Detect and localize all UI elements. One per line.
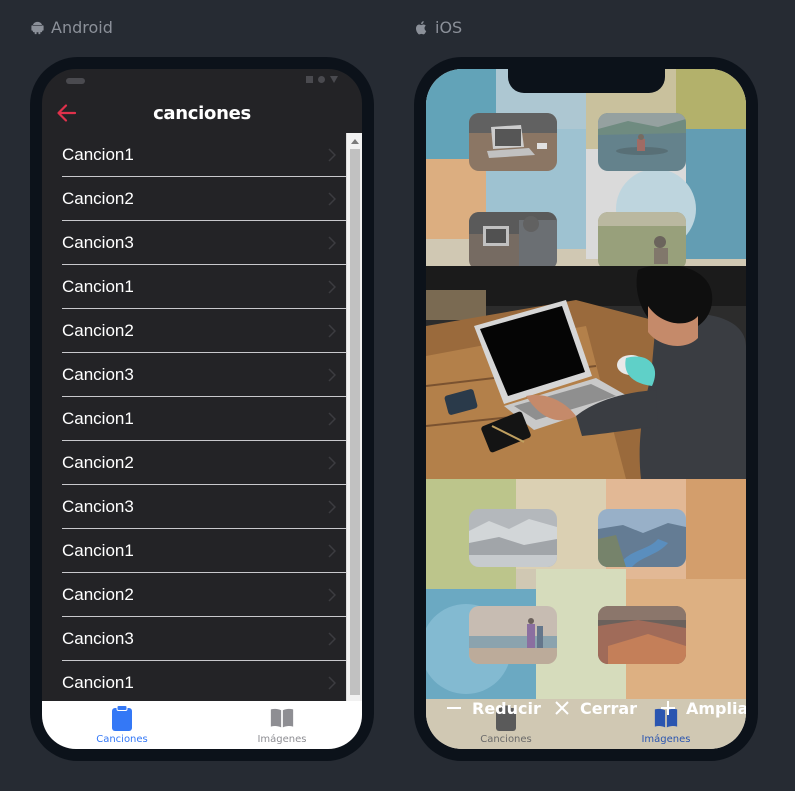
ios-phone-frame: Canciones Imágenes Reducir Cerrar Amplia…: [414, 57, 758, 761]
gallery-thumb-canyon[interactable]: [598, 606, 686, 664]
scrollbar-thumb[interactable]: [350, 149, 360, 695]
ios-label-text: iOS: [435, 18, 463, 37]
chevron-right-icon: [328, 236, 336, 250]
song-list-item[interactable]: Cancion3: [42, 221, 362, 265]
android-screen: canciones Cancion1 Cancion2 Cancion3 Cancio…: [42, 69, 362, 749]
page-title: canciones: [153, 102, 251, 124]
close-label: Cerrar: [580, 698, 638, 718]
chevron-right-icon: [328, 192, 336, 206]
song-list-item[interactable]: Cancion2: [42, 573, 362, 617]
song-title: Cancion3: [62, 497, 134, 516]
chevron-right-icon: [328, 456, 336, 470]
ios-tab-canciones-label: Canciones: [480, 734, 532, 745]
tab-imagenes[interactable]: Imágenes: [202, 701, 362, 749]
gallery-thumb-field[interactable]: [598, 212, 686, 270]
minus-icon: [447, 707, 461, 709]
song-list-item[interactable]: Cancion2: [42, 441, 362, 485]
enlarge-button[interactable]: Ampliar: [660, 699, 746, 718]
zoom-controls: Reducir Cerrar Ampliar: [426, 697, 746, 719]
android-platform-label: Android: [30, 18, 113, 37]
clipboard-icon: [112, 705, 132, 731]
song-title: Cancion1: [62, 409, 134, 428]
plus-icon: [661, 701, 675, 715]
chevron-right-icon: [328, 676, 336, 690]
song-title: Cancion3: [62, 365, 134, 384]
song-list-item[interactable]: Cancion1: [42, 265, 362, 309]
tab-imagenes-label: Imágenes: [257, 734, 307, 745]
enlarge-label: Ampliar: [686, 698, 746, 718]
song-title: Cancion2: [62, 321, 134, 340]
gallery-thumb-beach[interactable]: [469, 606, 557, 664]
ios-notch: [508, 69, 665, 93]
song-list-item[interactable]: Cancion2: [42, 177, 362, 221]
song-list-item[interactable]: Cancion3: [42, 617, 362, 661]
ios-screen: Canciones Imágenes Reducir Cerrar Amplia…: [426, 69, 746, 749]
gallery-thumb-lake[interactable]: [598, 113, 686, 171]
tab-canciones[interactable]: Canciones: [42, 701, 202, 749]
song-list-item[interactable]: Cancion1: [42, 397, 362, 441]
reduce-label: Reducir: [472, 698, 541, 718]
chevron-right-icon: [328, 588, 336, 602]
song-title: Cancion2: [62, 189, 134, 208]
close-icon: [555, 701, 569, 715]
song-title: Cancion1: [62, 541, 134, 560]
song-list-item[interactable]: Cancion2: [42, 309, 362, 353]
enlarged-photo[interactable]: [426, 266, 746, 479]
reduce-button[interactable]: Reducir: [446, 699, 541, 718]
song-list-item[interactable]: Cancion3: [42, 485, 362, 529]
signal-icon: [318, 76, 325, 83]
ios-platform-label: iOS: [414, 18, 462, 37]
song-list-item[interactable]: Cancion3: [42, 353, 362, 397]
apple-icon: [416, 21, 427, 35]
chevron-right-icon: [328, 412, 336, 426]
song-title: Cancion3: [62, 233, 134, 252]
chevron-right-icon: [328, 500, 336, 514]
chevron-right-icon: [328, 368, 336, 382]
chevron-right-icon: [328, 544, 336, 558]
gallery-thumb-fjord[interactable]: [598, 509, 686, 567]
book-icon: [270, 708, 294, 728]
battery-icon: [306, 76, 313, 83]
close-button[interactable]: Cerrar: [554, 699, 637, 718]
song-title: Cancion1: [62, 673, 134, 692]
song-title: Cancion1: [62, 145, 134, 164]
android-app-bar: canciones: [42, 93, 362, 133]
song-list-item[interactable]: Cancion1: [42, 529, 362, 573]
status-pill: [66, 78, 85, 84]
android-status-bar: [42, 69, 362, 93]
chevron-right-icon: [328, 324, 336, 338]
gallery-thumb-desk[interactable]: [469, 212, 557, 270]
song-title: Cancion1: [62, 277, 134, 296]
android-phone-frame: canciones Cancion1 Cancion2 Cancion3 Cancio…: [30, 57, 374, 761]
wifi-icon: [330, 76, 338, 83]
song-list[interactable]: Cancion1 Cancion2 Cancion3 Cancion1 Cancion2…: [42, 133, 362, 701]
scroll-up-icon[interactable]: [351, 139, 359, 144]
list-scrollbar[interactable]: [346, 133, 362, 701]
song-list-item[interactable]: Cancion1: [42, 661, 362, 701]
song-title: Cancion2: [62, 453, 134, 472]
gallery-thumb-laptop[interactable]: [469, 113, 557, 171]
song-title: Cancion2: [62, 585, 134, 604]
song-list-item[interactable]: Cancion1: [42, 133, 362, 177]
android-label-text: Android: [51, 18, 113, 37]
chevron-right-icon: [328, 632, 336, 646]
chevron-right-icon: [328, 280, 336, 294]
chevron-right-icon: [328, 148, 336, 162]
gallery-thumb-snow[interactable]: [469, 509, 557, 567]
ios-tab-imagenes-label: Imágenes: [641, 734, 691, 745]
song-title: Cancion3: [62, 629, 134, 648]
android-tab-bar: Canciones Imágenes: [42, 701, 362, 749]
tab-canciones-label: Canciones: [96, 734, 148, 745]
android-icon: [31, 21, 44, 35]
back-arrow-icon[interactable]: [55, 102, 77, 124]
